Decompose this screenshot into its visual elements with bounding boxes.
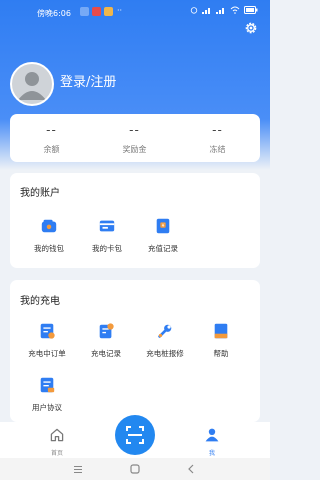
avatar[interactable] bbox=[10, 62, 54, 106]
signal-icon bbox=[216, 8, 224, 14]
stat-value: -- bbox=[212, 123, 223, 137]
section-title: 我的充电 bbox=[20, 296, 60, 307]
help-book-icon bbox=[214, 323, 228, 339]
home-square-icon[interactable] bbox=[130, 464, 140, 474]
status-right-icons bbox=[190, 6, 258, 14]
notification-icon bbox=[104, 7, 113, 16]
notification-icon bbox=[92, 7, 101, 16]
stat-label: 奖励金 bbox=[122, 145, 147, 154]
item-label: 充电记录 bbox=[91, 349, 121, 358]
status-bar: 傍晚6:06 ·· bbox=[0, 0, 270, 24]
login-register-link[interactable]: 登录/注册 bbox=[60, 71, 116, 90]
charge-record-icon bbox=[99, 323, 114, 339]
item-label: 充电中订单 bbox=[28, 349, 66, 358]
battery-icon bbox=[244, 6, 258, 14]
scan-icon bbox=[126, 426, 144, 444]
item-label: 充电桩报修 bbox=[146, 349, 184, 358]
item-label: 充值记录 bbox=[148, 244, 178, 253]
stat-label: 冻结 bbox=[209, 145, 226, 154]
system-nav-bar bbox=[0, 458, 270, 480]
item-label: 用户协议 bbox=[32, 403, 62, 412]
stat-value: -- bbox=[129, 123, 140, 137]
recharge-record-icon: ¥ bbox=[156, 218, 170, 234]
stat-value: -- bbox=[46, 123, 57, 137]
item-label: 帮助 bbox=[213, 349, 229, 358]
agreement-icon bbox=[40, 377, 55, 393]
gear-icon[interactable] bbox=[243, 20, 259, 36]
section-title: 我的账户 bbox=[20, 188, 60, 199]
scan-button[interactable] bbox=[115, 415, 155, 455]
status-time: 傍晚6:06 bbox=[37, 9, 71, 18]
account-card: 我的账户 我的钱包 我的卡包 ¥ 充值记录 bbox=[10, 173, 260, 268]
status-app-icons bbox=[80, 7, 113, 16]
item-label: 我的钱包 bbox=[34, 244, 64, 253]
tab-label: 我 bbox=[208, 450, 215, 457]
back-icon[interactable] bbox=[186, 464, 196, 474]
signal-icon bbox=[202, 8, 210, 14]
charging-card: 我的充电 充电中订单 充电记录 充电桩报修 帮助 用户协议 bbox=[10, 280, 260, 422]
stats-card: -- 余额 -- 奖励金 -- 冻结 bbox=[10, 114, 260, 162]
svg-text:¥: ¥ bbox=[162, 223, 165, 229]
card-icon bbox=[99, 220, 115, 232]
notification-icon bbox=[80, 7, 89, 16]
home-icon bbox=[50, 428, 64, 442]
tab-label: 首页 bbox=[50, 450, 63, 457]
wallet-icon bbox=[41, 219, 57, 233]
user-silhouette-icon bbox=[18, 72, 46, 100]
wrench-icon bbox=[158, 324, 172, 338]
menu-icon[interactable] bbox=[73, 464, 83, 474]
stat-label: 余额 bbox=[43, 145, 60, 154]
tab-me[interactable]: 我 bbox=[192, 427, 232, 457]
wifi-icon bbox=[230, 6, 240, 14]
tab-home[interactable]: 首页 bbox=[37, 427, 77, 457]
order-icon bbox=[40, 323, 55, 339]
status-more-dots: ·· bbox=[117, 6, 123, 15]
alarm-icon bbox=[190, 7, 198, 14]
user-icon bbox=[205, 428, 219, 442]
item-label: 我的卡包 bbox=[92, 244, 122, 253]
